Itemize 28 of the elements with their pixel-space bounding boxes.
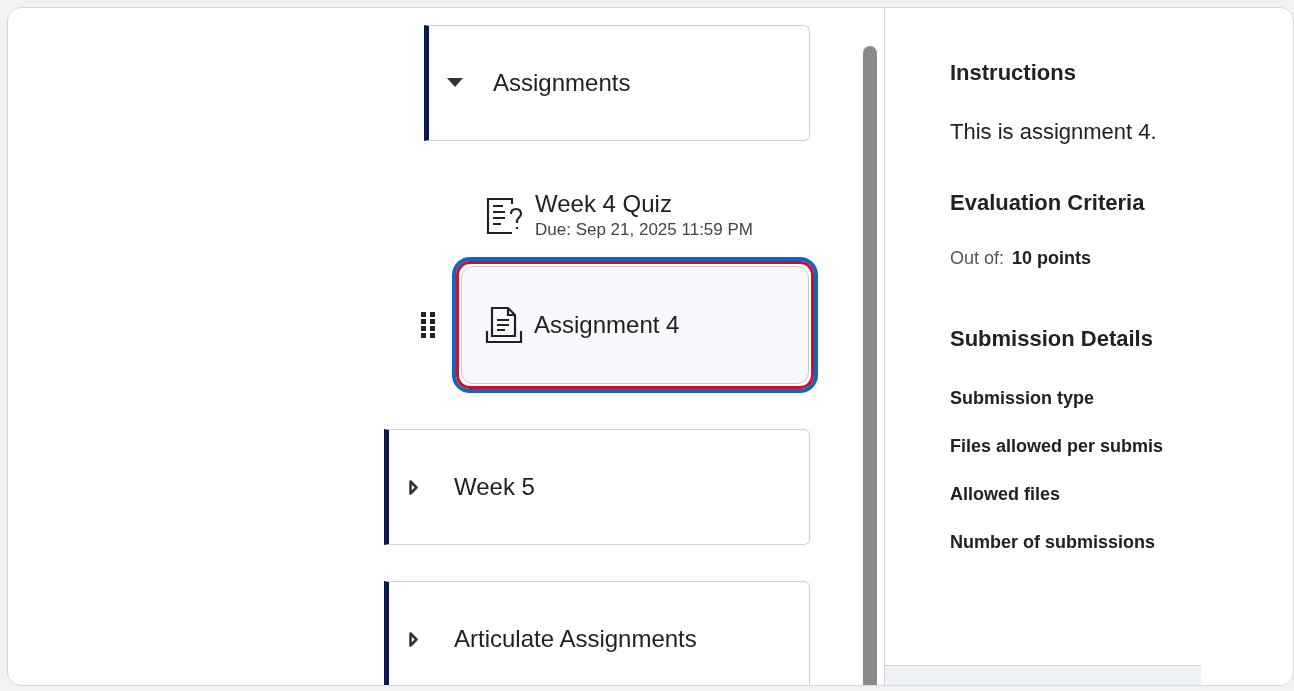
module-header[interactable]: Week 5 [384, 429, 810, 545]
selected-item-card[interactable]: Assignment 4 [452, 257, 818, 393]
section-heading: Instructions [950, 59, 1077, 87]
field-label: Number of submissions [950, 531, 1157, 554]
module-title[interactable]: Articulate Assignments [454, 621, 697, 657]
due-date: Due: Sep 21, 2025 11:59 PM [535, 219, 754, 241]
module-header[interactable]: Articulate Assignments [384, 581, 810, 685]
content-item[interactable]: Week 4 Quiz Due: Sep 21, 2025 11:59 PM [485, 183, 860, 247]
caret-right-icon[interactable] [409, 631, 418, 647]
field-label: Out of: [950, 247, 1005, 270]
item-title[interactable]: Week 4 Quiz [535, 189, 775, 219]
section-heading: Evaluation Criteria [950, 189, 1146, 217]
section-heading: Submission Details [950, 325, 1154, 353]
caret-right-icon[interactable] [409, 479, 418, 495]
scrollbar-thumb[interactable] [863, 46, 877, 685]
caret-down-icon[interactable] [447, 78, 463, 88]
drag-handle-icon[interactable] [421, 312, 435, 338]
field-label: Submission type [950, 387, 1096, 410]
module-title[interactable]: Assignments [493, 65, 631, 101]
module-title[interactable]: Week 5 [454, 469, 535, 505]
instructions-text: This is assignment 4. [950, 118, 1158, 146]
item-title[interactable]: Assignment 4 [534, 310, 680, 340]
field-value: 10 points [1012, 247, 1092, 270]
field-label: Allowed files [950, 483, 1062, 506]
quiz-document-icon [485, 195, 525, 235]
module-header[interactable]: Assignments [424, 25, 810, 141]
field-label: Files allowed per submis [950, 435, 1165, 458]
document-tray-icon [484, 305, 524, 345]
